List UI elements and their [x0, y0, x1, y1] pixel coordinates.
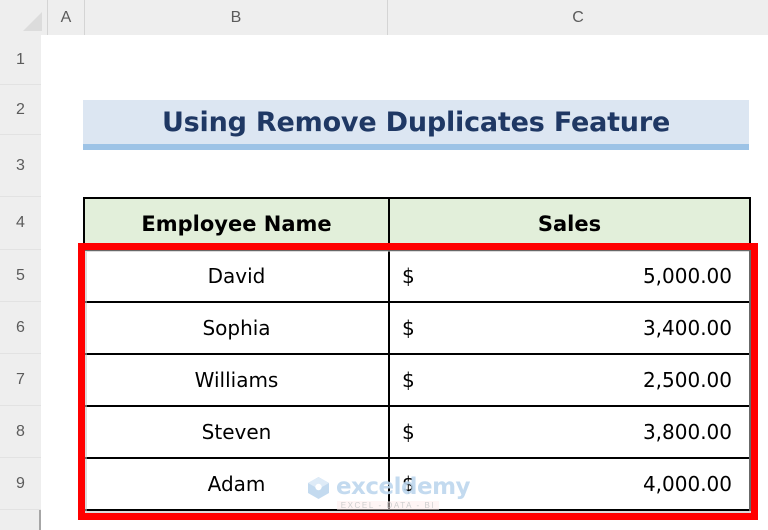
- cell-sales[interactable]: $ 2,500.00: [388, 353, 751, 407]
- row-header-9-label: 9: [16, 474, 25, 492]
- cell-sales[interactable]: $ 5,000.00: [388, 249, 751, 303]
- row-header-4-label: 4: [16, 214, 25, 231]
- row-header-5-label: 5: [16, 266, 25, 284]
- column-header-c-label: C: [572, 8, 584, 26]
- currency-symbol: $: [402, 420, 415, 444]
- cell-employee-name[interactable]: Sophia: [83, 301, 390, 355]
- table-row[interactable]: Sophia $ 3,400.00: [83, 301, 751, 355]
- cell-employee-name[interactable]: David: [83, 249, 390, 303]
- row-header-9[interactable]: 9: [0, 458, 41, 510]
- cell-employee-name[interactable]: Steven: [83, 405, 390, 459]
- row-header-6-label: 6: [16, 318, 25, 336]
- select-all-triangle-icon: [23, 12, 42, 31]
- table-header-employee-name[interactable]: Employee Name: [83, 197, 390, 251]
- row-header-3-label: 3: [16, 156, 25, 174]
- accounting-value: $ 3,400.00: [390, 316, 749, 340]
- table-row[interactable]: David $ 5,000.00: [83, 249, 751, 303]
- spreadsheet-canvas: A B C 1 2 3 4 5 6 7 8 9 Using Remove Dup…: [0, 0, 768, 530]
- currency-symbol: $: [402, 316, 415, 340]
- accounting-value: $ 4,000.00: [390, 472, 749, 496]
- row-header-1[interactable]: 1: [0, 35, 41, 85]
- currency-symbol: $: [402, 472, 415, 496]
- row-header-strip: 1 2 3 4 5 6 7 8 9: [0, 35, 41, 530]
- cell-sales[interactable]: $ 3,800.00: [388, 405, 751, 459]
- row-header-7-label: 7: [16, 370, 25, 388]
- accounting-value: $ 2,500.00: [390, 368, 749, 392]
- row-header-8-label: 8: [16, 422, 25, 440]
- currency-symbol: $: [402, 368, 415, 392]
- column-header-a[interactable]: A: [48, 0, 85, 35]
- row-header-1-label: 1: [16, 50, 25, 68]
- column-header-c[interactable]: C: [388, 0, 768, 35]
- sales-amount: 5,000.00: [642, 264, 732, 288]
- column-header-b-label: B: [230, 8, 242, 26]
- table-row[interactable]: Williams $ 2,500.00: [83, 353, 751, 407]
- row-header-8[interactable]: 8: [0, 406, 41, 458]
- row-header-2-label: 2: [16, 100, 25, 118]
- column-header-a-label: A: [60, 8, 72, 26]
- accounting-value: $ 3,800.00: [390, 420, 749, 444]
- sales-amount: 3,400.00: [642, 316, 732, 340]
- cell-sales[interactable]: $ 4,000.00: [388, 457, 751, 511]
- table-header-row: Employee Name Sales: [83, 197, 751, 251]
- table-row[interactable]: Adam $ 4,000.00: [83, 457, 751, 511]
- currency-symbol: $: [402, 264, 415, 288]
- row-header-2[interactable]: 2: [0, 85, 41, 135]
- sales-amount: 4,000.00: [642, 472, 732, 496]
- sales-amount: 2,500.00: [642, 368, 732, 392]
- data-table: Employee Name Sales David $ 5,000.00 Sop…: [83, 197, 751, 511]
- row-header-7[interactable]: 7: [0, 354, 41, 406]
- column-header-strip: A B C: [0, 0, 768, 35]
- accounting-value: $ 5,000.00: [390, 264, 749, 288]
- row-header-4[interactable]: 4: [0, 197, 41, 250]
- sales-amount: 3,800.00: [642, 420, 732, 444]
- cell-employee-name[interactable]: Williams: [83, 353, 390, 407]
- data-table-region: Employee Name Sales David $ 5,000.00 Sop…: [83, 197, 751, 511]
- cell-employee-name[interactable]: Adam: [83, 457, 390, 511]
- title-banner-cell[interactable]: Using Remove Duplicates Feature: [83, 100, 749, 150]
- row-header-3[interactable]: 3: [0, 135, 41, 197]
- table-row[interactable]: Steven $ 3,800.00: [83, 405, 751, 459]
- page-title: Using Remove Duplicates Feature: [161, 106, 671, 138]
- cell-sales[interactable]: $ 3,400.00: [388, 301, 751, 355]
- row-header-5[interactable]: 5: [0, 250, 41, 302]
- row-header-6[interactable]: 6: [0, 302, 41, 354]
- table-header-sales[interactable]: Sales: [388, 197, 751, 251]
- column-header-b[interactable]: B: [85, 0, 388, 35]
- select-all-corner-button[interactable]: [0, 0, 48, 35]
